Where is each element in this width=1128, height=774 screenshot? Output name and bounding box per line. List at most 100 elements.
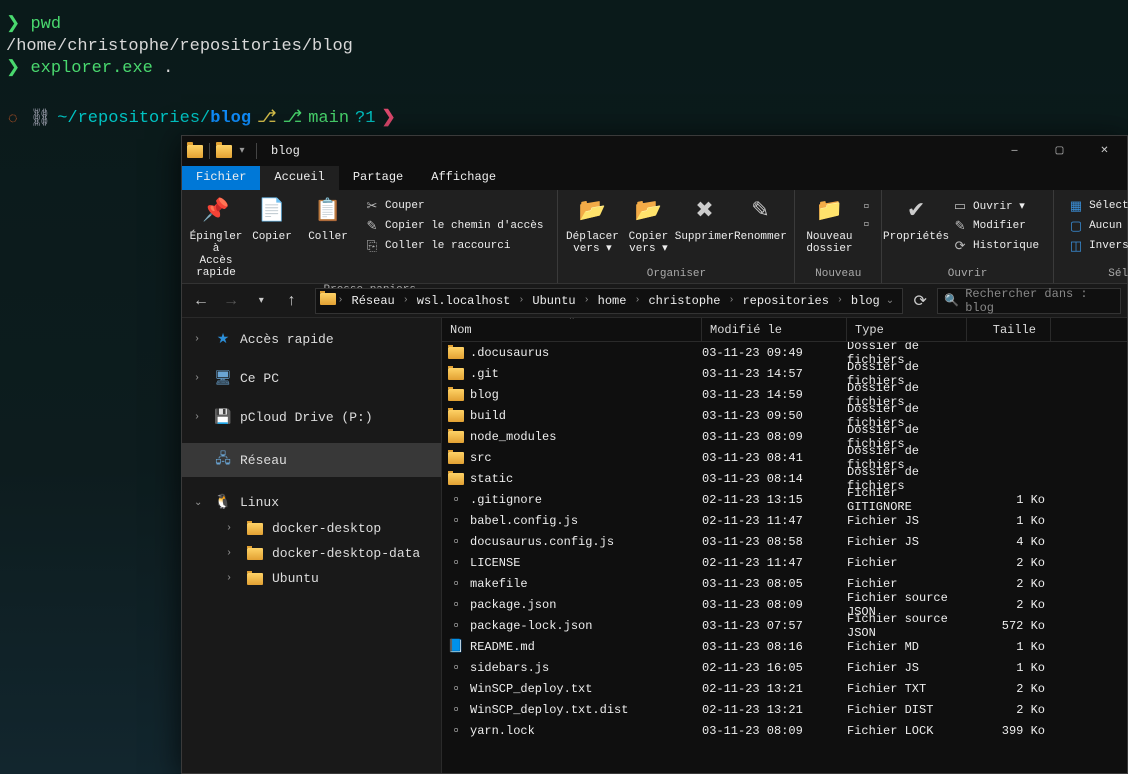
invert-selection-button[interactable]: ◫Inverser la sélection bbox=[1064, 236, 1128, 256]
back-button[interactable]: ← bbox=[188, 287, 214, 315]
table-row[interactable]: 📘README.md03-11-23 08:16Fichier MD1 Ko bbox=[442, 636, 1127, 657]
refresh-button[interactable]: ⟳ bbox=[907, 287, 933, 315]
table-row[interactable]: src03-11-23 08:41Dossier de fichiers bbox=[442, 447, 1127, 468]
file-icon: ▫ bbox=[448, 724, 464, 738]
col-size[interactable]: Taille bbox=[967, 318, 1051, 341]
table-row[interactable]: ▫LICENSE02-11-23 11:47Fichier2 Ko bbox=[442, 552, 1127, 573]
group-label: Sélectionner bbox=[1060, 266, 1128, 283]
terminal[interactable]: ❯ pwd /home/christophe/repositories/blog… bbox=[0, 0, 1128, 130]
breadcrumb-seg[interactable]: Réseau bbox=[346, 294, 401, 308]
cut-button[interactable]: ✂Couper bbox=[360, 196, 547, 216]
history-button[interactable]: ⟳Historique bbox=[948, 236, 1043, 256]
file-name: .git bbox=[470, 367, 499, 381]
file-size: 2 Ko bbox=[967, 682, 1045, 696]
breadcrumb-seg[interactable]: blog bbox=[845, 294, 886, 308]
table-row[interactable]: ▫.gitignore02-11-23 13:15Fichier GITIGNO… bbox=[442, 489, 1127, 510]
tab-home[interactable]: Accueil bbox=[260, 166, 338, 190]
table-row[interactable]: ▫makefile03-11-23 08:05Fichier2 Ko bbox=[442, 573, 1127, 594]
table-row[interactable]: ▫sidebars.js02-11-23 16:05Fichier JS1 Ko bbox=[442, 657, 1127, 678]
move-to-button[interactable]: 📂Déplacer vers ▾ bbox=[564, 194, 620, 258]
table-row[interactable]: node_modules03-11-23 08:09Dossier de fic… bbox=[442, 426, 1127, 447]
table-row[interactable]: build03-11-23 09:50Dossier de fichiers bbox=[442, 405, 1127, 426]
tab-file[interactable]: Fichier bbox=[182, 166, 260, 190]
maximize-button[interactable]: ▢ bbox=[1037, 136, 1082, 166]
nav-linux-child[interactable]: ›Ubuntu bbox=[182, 566, 441, 591]
ribbon-tabs[interactable]: Fichier Accueil Partage Affichage bbox=[182, 166, 1127, 190]
column-headers[interactable]: ⌃ Nom Modifié le Type Taille bbox=[442, 318, 1127, 342]
file-type: Fichier JS bbox=[847, 661, 967, 675]
select-none-button[interactable]: ▢Aucun bbox=[1064, 216, 1128, 236]
table-row[interactable]: ▫yarn.lock03-11-23 08:09Fichier LOCK399 … bbox=[442, 720, 1127, 741]
delete-button[interactable]: ✖Supprimer bbox=[676, 194, 732, 246]
nav-pane[interactable]: ›★Accès rapide ›🖥Ce PC ›💾pCloud Drive (P… bbox=[182, 318, 442, 773]
table-row[interactable]: ▫WinSCP_deploy.txt.dist02-11-23 13:21Fic… bbox=[442, 699, 1127, 720]
file-name: blog bbox=[470, 388, 499, 402]
file-type: Fichier MD bbox=[847, 640, 967, 654]
paste-shortcut-button[interactable]: ⎘Coller le raccourci bbox=[360, 236, 547, 256]
table-row[interactable]: ▫WinSCP_deploy.txt02-11-23 13:21Fichier … bbox=[442, 678, 1127, 699]
col-modified[interactable]: Modifié le bbox=[702, 318, 847, 341]
select-all-button[interactable]: ▦Sélectionner tout bbox=[1064, 196, 1128, 216]
search-placeholder: Rechercher dans : blog bbox=[965, 287, 1114, 315]
breadcrumb-seg[interactable]: wsl.localhost bbox=[411, 294, 517, 308]
search-input[interactable]: 🔍 Rechercher dans : blog bbox=[937, 288, 1121, 314]
edit-button[interactable]: ✎Modifier bbox=[948, 216, 1043, 236]
file-name: babel.config.js bbox=[470, 514, 578, 528]
file-name: .gitignore bbox=[470, 493, 542, 507]
breadcrumb-seg[interactable]: christophe bbox=[642, 294, 726, 308]
nav-this-pc[interactable]: ›🖥Ce PC bbox=[182, 365, 441, 392]
nav-linux-child[interactable]: ›docker-desktop bbox=[182, 516, 441, 541]
file-name: .docusaurus bbox=[470, 346, 549, 360]
table-row[interactable]: ▫package-lock.json03-11-23 07:57Fichier … bbox=[442, 615, 1127, 636]
new-folder-button[interactable]: 📁Nouveau dossier bbox=[801, 194, 857, 258]
col-type[interactable]: Type bbox=[847, 318, 967, 341]
copy-button[interactable]: 📄Copier bbox=[244, 194, 300, 246]
tab-share[interactable]: Partage bbox=[339, 166, 417, 190]
qat-dropdown-icon[interactable]: ▾ bbox=[234, 144, 250, 158]
folder-icon bbox=[448, 473, 464, 485]
recent-button[interactable]: ▾ bbox=[248, 287, 274, 315]
easy-access-icon[interactable]: ▫ bbox=[861, 216, 871, 234]
breadcrumb-seg[interactable]: Ubuntu bbox=[526, 294, 581, 308]
minimize-button[interactable]: — bbox=[992, 136, 1037, 166]
rename-button[interactable]: ✎Renommer bbox=[732, 194, 788, 246]
file-list[interactable]: ⌃ Nom Modifié le Type Taille .docusaurus… bbox=[442, 318, 1127, 773]
table-row[interactable]: blog03-11-23 14:59Dossier de fichiers bbox=[442, 384, 1127, 405]
explorer-window[interactable]: ▾ blog — ▢ ✕ Fichier Accueil Partage Aff… bbox=[181, 135, 1128, 774]
new-item-icon[interactable]: ▫ bbox=[861, 198, 871, 216]
nav-linux-child[interactable]: ›docker-desktop-data bbox=[182, 541, 441, 566]
table-row[interactable]: static03-11-23 08:14Dossier de fichiers bbox=[442, 468, 1127, 489]
table-row[interactable]: .docusaurus03-11-23 09:49Dossier de fich… bbox=[442, 342, 1127, 363]
paste-button[interactable]: 📋Coller bbox=[300, 194, 356, 246]
table-row[interactable]: ▫docusaurus.config.js03-11-23 08:58Fichi… bbox=[442, 531, 1127, 552]
breadcrumb-seg[interactable]: repositories bbox=[736, 294, 834, 308]
table-row[interactable]: .git03-11-23 14:57Dossier de fichiers bbox=[442, 363, 1127, 384]
open-button[interactable]: ▭Ouvrir ▾ bbox=[948, 196, 1043, 216]
pin-button[interactable]: 📌Épingler à Accès rapide bbox=[188, 194, 244, 282]
folder-icon bbox=[247, 573, 263, 585]
breadcrumb[interactable]: ›Réseau›wsl.localhost›Ubuntu›home›christ… bbox=[315, 288, 904, 314]
up-button[interactable]: ↑ bbox=[278, 287, 304, 315]
nav-pcloud[interactable]: ›💾pCloud Drive (P:) bbox=[182, 404, 441, 431]
folder-icon bbox=[448, 347, 464, 359]
drive-icon: 💾 bbox=[214, 409, 232, 426]
forward-button[interactable]: → bbox=[218, 287, 244, 315]
breadcrumb-sep: › bbox=[401, 295, 411, 306]
close-button[interactable]: ✕ bbox=[1082, 136, 1127, 166]
properties-button[interactable]: ✔Propriétés bbox=[888, 194, 944, 246]
titlebar[interactable]: ▾ blog — ▢ ✕ bbox=[182, 136, 1127, 166]
nav-quick-access[interactable]: ›★Accès rapide bbox=[182, 326, 441, 353]
nav-linux[interactable]: ⌄🐧Linux bbox=[182, 489, 441, 516]
breadcrumb-seg[interactable]: home bbox=[592, 294, 633, 308]
nav-network[interactable]: 🖧Réseau bbox=[182, 443, 441, 477]
file-modified: 02-11-23 13:21 bbox=[702, 682, 847, 696]
table-row[interactable]: ▫babel.config.js02-11-23 11:47Fichier JS… bbox=[442, 510, 1127, 531]
folder-icon bbox=[448, 431, 464, 443]
delete-icon: ✖ bbox=[689, 197, 719, 227]
breadcrumb-dropdown-icon[interactable]: ⌄ bbox=[886, 295, 894, 307]
copy-path-button[interactable]: ✎Copier le chemin d'accès bbox=[360, 216, 547, 236]
qat-open-icon[interactable] bbox=[216, 145, 232, 158]
table-row[interactable]: ▫package.json03-11-23 08:09Fichier sourc… bbox=[442, 594, 1127, 615]
tab-view[interactable]: Affichage bbox=[417, 166, 510, 190]
copy-to-button[interactable]: 📂Copier vers ▾ bbox=[620, 194, 676, 258]
